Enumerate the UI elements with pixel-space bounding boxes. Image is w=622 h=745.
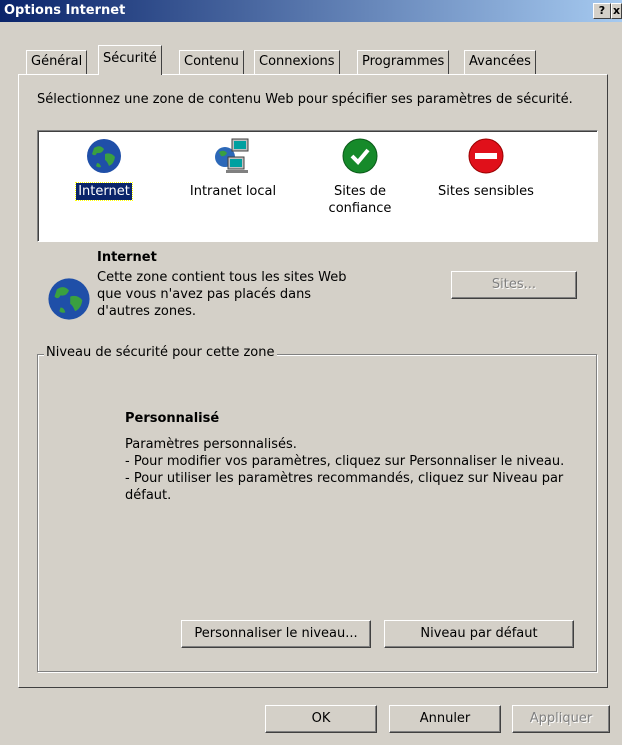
zone-trusted-label: Sites de confiance	[328, 184, 392, 216]
apply-button[interactable]: Appliquer	[512, 705, 610, 733]
tab-connexions[interactable]: Connexions	[254, 50, 340, 74]
zone-list[interactable]: Internet Intranet local Sites de confian…	[37, 130, 598, 242]
zone-trusted[interactable]: Sites de confiance	[315, 137, 405, 217]
default-level-button[interactable]: Niveau par défaut	[384, 620, 574, 648]
globe-icon	[87, 139, 121, 173]
zone-detail-description: Cette zone contient tous les sites Web q…	[97, 270, 347, 319]
zone-internet[interactable]: Internet	[64, 137, 144, 201]
trusted-check-icon	[342, 138, 378, 174]
tab-general[interactable]: Général	[26, 50, 88, 74]
tab-avancees[interactable]: Avancées	[464, 50, 536, 74]
close-button[interactable]: x	[611, 3, 622, 19]
security-level-name: Personnalisé	[125, 411, 220, 426]
cancel-button[interactable]: Annuler	[389, 705, 501, 733]
tab-programmes[interactable]: Programmes	[357, 50, 450, 74]
tab-securite[interactable]: Sécurité	[98, 45, 162, 75]
help-button[interactable]: ?	[593, 3, 611, 19]
security-level-line3: - Pour utiliser les paramètres recommand…	[125, 471, 564, 503]
title-bar: Options Internet ? x	[0, 0, 622, 22]
zone-restricted[interactable]: Sites sensibles	[431, 137, 541, 200]
zone-intranet-label: Intranet local	[189, 184, 277, 199]
network-computers-icon	[215, 138, 249, 173]
zone-instruction: Sélectionnez une zone de contenu Web pou…	[37, 92, 573, 107]
security-level-line1: Paramètres personnalisés.	[125, 437, 297, 452]
zone-restricted-label: Sites sensibles	[438, 184, 534, 199]
tab-contenu[interactable]: Contenu	[179, 50, 244, 74]
security-level-group-title: Niveau de sécurité pour cette zone	[44, 345, 277, 360]
security-level-description: Paramètres personnalisés. - Pour modifie…	[125, 436, 575, 504]
zone-intranet[interactable]: Intranet local	[178, 137, 288, 200]
custom-level-button[interactable]: Personnaliser le niveau...	[181, 620, 371, 648]
sites-button[interactable]: Sites...	[451, 271, 577, 299]
zone-internet-label: Internet	[75, 182, 133, 201]
restricted-no-entry-icon	[468, 138, 504, 174]
globe-icon	[48, 278, 90, 320]
window-title: Options Internet	[4, 3, 126, 18]
security-level-line2: - Pour modifier vos paramètres, cliquez …	[125, 454, 565, 469]
zone-detail-title: Internet	[97, 250, 157, 265]
ok-button[interactable]: OK	[265, 705, 377, 733]
